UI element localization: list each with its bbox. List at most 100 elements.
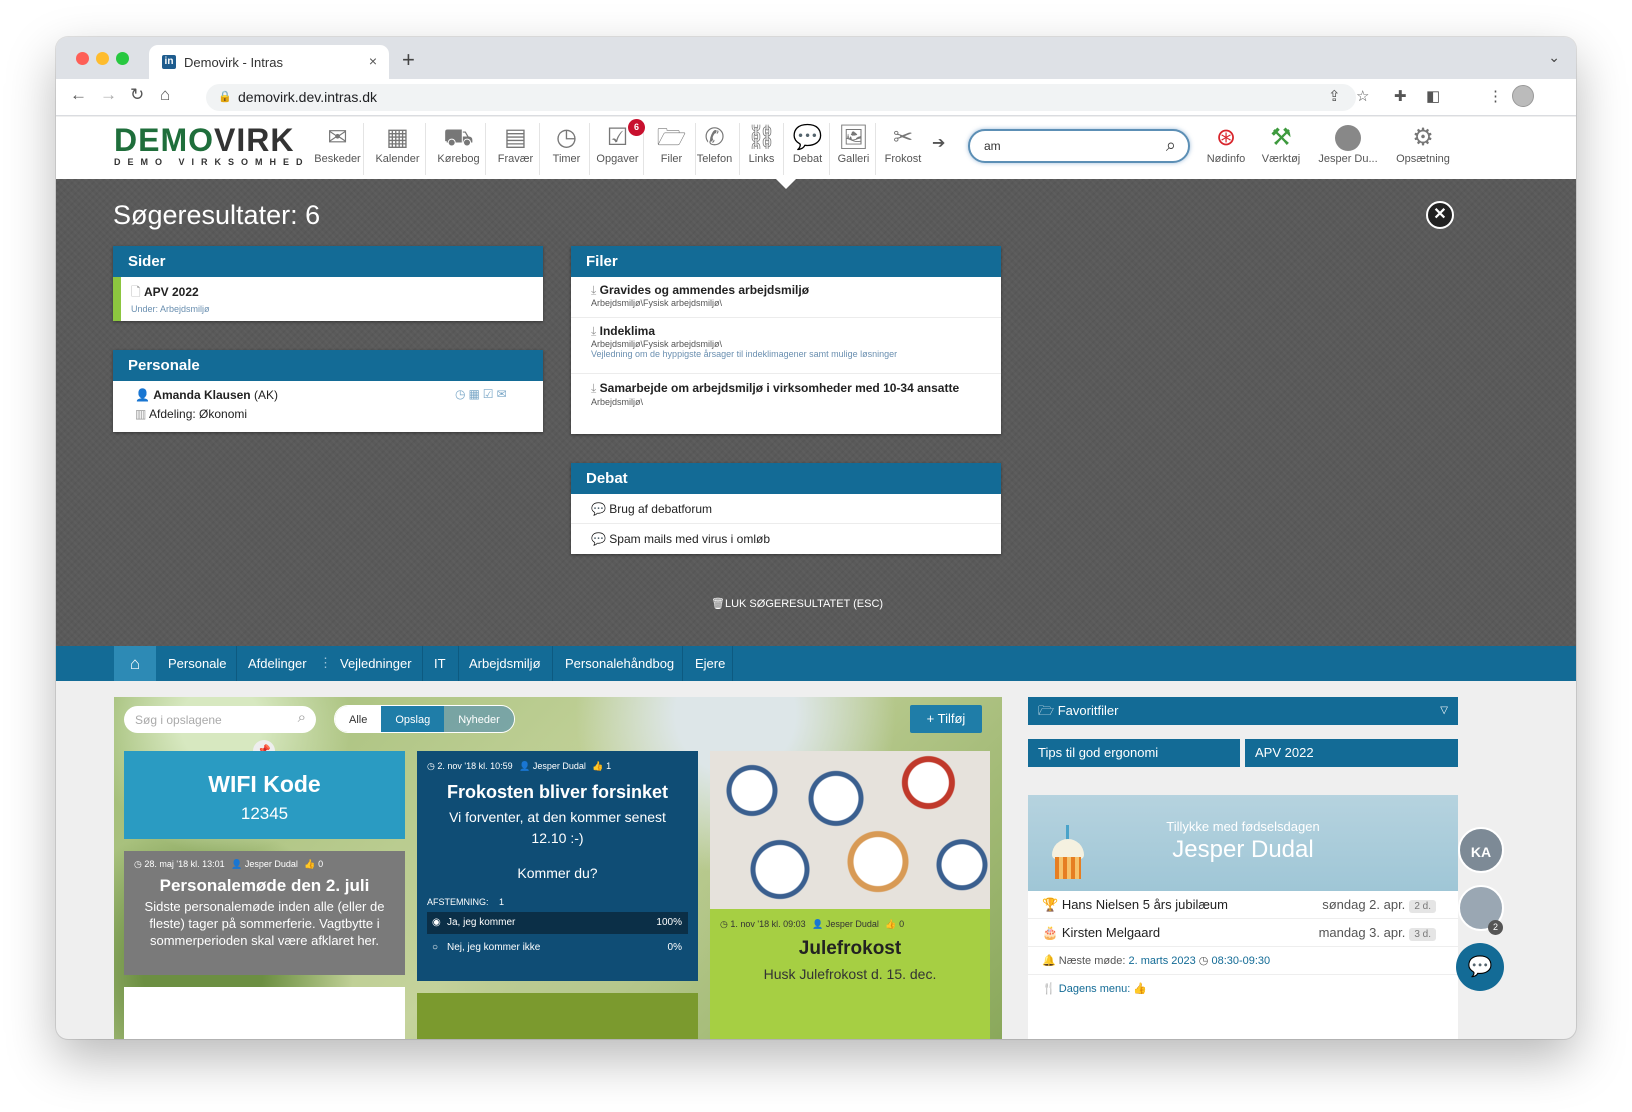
tool-beskeder[interactable]: ✉ Beskeder [312,123,364,175]
nav-item[interactable]: Ejere [695,656,725,671]
menu-kebab-icon[interactable]: ⋮ [1488,87,1503,105]
tool-label: Kørebog [437,153,480,165]
person-dept: Afdeling: Økonomi [149,407,248,421]
post-wifi[interactable]: WIFI Kode 12345 [124,751,405,839]
tool-opgaver[interactable]: ☑ Opgaver 6 [592,119,645,175]
bulletin-board: Søg i opslagene ⌕ Alle Opslag Nyheder + … [114,697,1002,1039]
event-row[interactable]: 🎂 Kirsten Melgaard mandag 3. apr. 3 d. [1028,919,1458,947]
file-title: Samarbejde om arbejdsmiljø i virksomhede… [599,381,960,395]
post-lunch[interactable]: ◷ 2. nov '18 kl. 10:59 👤 Jesper Dudal 👍 … [417,751,698,981]
file-title: Gravides og ammendes arbejdsmiljø [599,283,810,297]
drag-handle-icon[interactable]: ⋮ [319,655,332,671]
next-meeting-row[interactable]: 🔔 Næste møde: 2. marts 2023 ◷ 08:30-09:3… [1028,947,1458,975]
results-personale: Personale 👤 Amanda Klausen (AK) ▥ Afdeli… [113,350,543,432]
calendar-check-icon: ▤ [504,124,527,151]
menu-row[interactable]: 🍴 Dagens menu: 👍 [1028,975,1458,1003]
result-page-item[interactable]: 🗋 APV 2022 Under: Arbejdsmiljø [113,277,543,321]
person-result[interactable]: 👤 Amanda Klausen (AK) ▥ Afdeling: Økonom… [113,381,543,432]
nav-divider [732,646,733,681]
maximize-window-button[interactable] [116,52,129,65]
favorites-dropdown[interactable]: 🗁 Favoritfiler ▽ [1028,697,1458,725]
chat-launcher-icon[interactable]: 💬 [1456,943,1504,991]
poll-option-no[interactable]: ○ Nej, jeg kommer ikke 0% [427,937,688,959]
tool-opsaetning[interactable]: ⚙ Opsætning [1390,123,1456,175]
thumbs-up-icon: 👍 [1130,983,1148,995]
user-initials-bubble[interactable]: KA [1458,827,1504,873]
tool-korebog[interactable]: ⛟ Kørebog [432,123,486,175]
post-author: Jesper Dudal [244,859,298,869]
nav-item[interactable]: Afdelinger [248,656,307,671]
logo-text-b: VIRK [214,122,295,158]
tool-filer[interactable]: 🗁 Filer [648,123,696,175]
thumbs-up-icon: 👍 [885,919,900,929]
nav-item[interactable]: IT [434,656,446,671]
file-result[interactable]: ⤓ Samarbejde om arbejdsmiljø i virksomhe… [571,374,1001,433]
clock-icon: ◷ [720,919,731,929]
debate-result[interactable]: 💬 Brug af debatforum [571,494,1001,524]
tool-telefon[interactable]: ✆ Telefon [690,123,740,175]
filter-all[interactable]: Alle [335,706,382,732]
post-christmas[interactable]: ◷ 1. nov '18 kl. 09:03 👤 Jesper Dudal 👍 … [710,751,990,1039]
filter-news[interactable]: Nyheder [444,706,514,732]
browser-tab[interactable]: in Demovirk - Intras × [149,45,389,79]
tool-debat[interactable]: 💬 Debat [786,123,830,175]
reload-icon[interactable]: ↻ [130,85,144,105]
more-tools-arrow-icon[interactable]: ➔ [932,133,945,153]
new-tab-button[interactable]: + [402,47,415,73]
tool-galleri[interactable]: 🖼 Galleri [832,123,876,175]
post-likes: 1 [606,761,612,771]
profile-avatar[interactable] [1512,85,1534,107]
chevron-down-icon: ▽ [1440,705,1448,716]
back-icon[interactable]: ← [70,85,87,105]
company-logo[interactable]: DEMOVIRK DEMO VIRKSOMHED [114,123,310,167]
search-icon[interactable]: ⌕ [1166,135,1176,156]
filter-posts[interactable]: Opslag [381,706,445,732]
board-search-input[interactable]: Søg i opslagene ⌕ [124,706,316,733]
favorite-link[interactable]: APV 2022 [1245,739,1458,767]
close-window-button[interactable] [76,52,89,65]
nav-item[interactable]: Arbejdsmiljø [469,656,541,671]
logo-subtitle: DEMO VIRKSOMHED [114,157,310,167]
post-partial[interactable] [417,993,698,1039]
post-partial[interactable] [124,987,405,1039]
tool-label: Telefon [696,153,733,165]
minimize-window-button[interactable] [96,52,109,65]
nav-item[interactable]: Personale [168,656,227,671]
tool-vaerktoj[interactable]: ⚒ Værktøj [1256,123,1306,175]
person-action-icons[interactable]: ◷▦☑✉ [455,387,510,401]
cutlery-icon: 🍴 [1042,983,1059,995]
close-tab-icon[interactable]: × [369,53,377,69]
tool-timer[interactable]: ◷ Timer [544,123,590,175]
close-results-icon[interactable]: ✕ [1426,201,1454,229]
share-icon[interactable]: ⇪ [1328,87,1341,105]
poll-option-yes[interactable]: ◉ Ja, jeg kommer 100% [427,912,688,934]
results-sider: Sider 🗋 APV 2022 Under: Arbejdsmiljø [113,246,543,321]
url-field[interactable]: 🔒 demovirk.dev.intras.dk [206,84,1356,111]
file-result[interactable]: ⤓ Indeklima Arbejdsmiljø\Fysisk arbejdsm… [571,318,1001,374]
sidepanel-icon[interactable]: ◧ [1426,87,1440,105]
user-menu[interactable]: Jesper Du... [1312,123,1384,175]
extensions-icon[interactable]: ✚ [1394,87,1407,105]
debate-result[interactable]: 💬 Spam mails med virus i omløb [571,524,1001,554]
tools-icon: ⚒ [1270,124,1292,151]
post-meeting[interactable]: ◷ 28. maj '18 kl. 13:01 👤 Jesper Dudal 👍… [124,851,405,975]
tool-frokost[interactable]: ✂ Frokost [878,123,928,175]
event-title: Kirsten Melgaard [1061,925,1161,940]
global-search-input[interactable]: am ⌕ [968,129,1190,163]
nav-item[interactable]: Personalehåndbog [565,656,674,671]
bookmark-star-icon[interactable]: ☆ [1356,87,1369,105]
home-icon[interactable]: ⌂ [160,85,170,105]
tool-fravaer[interactable]: ▤ Fravær [492,123,540,175]
tool-nodinfo[interactable]: ⊛ Nødinfo [1202,123,1250,175]
forward-icon[interactable]: → [100,85,117,105]
tool-links[interactable]: ⛓ Links [740,123,784,175]
nav-home-icon[interactable]: ⌂ [114,646,156,681]
favorite-link[interactable]: Tips til god ergonomi [1028,739,1240,767]
tab-list-chevron-icon[interactable]: ⌄ [1548,49,1560,66]
nav-item[interactable]: Vejledninger [340,656,412,671]
event-row[interactable]: 🏆 Hans Nielsen 5 års jubilæum søndag 2. … [1028,891,1458,919]
tool-kalender[interactable]: ▦ Kalender [370,123,426,175]
close-results-link[interactable]: 🗑LUK SØGERESULTATET (ESC) [711,597,883,610]
file-result[interactable]: ⤓ Gravides og ammendes arbejdsmiljø Arbe… [571,277,1001,318]
add-post-button[interactable]: + Tilføj [910,705,982,733]
